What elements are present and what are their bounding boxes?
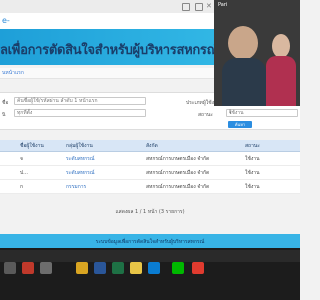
group-cell: ระดับสหกรณ์ <box>66 170 95 176</box>
start-icon[interactable] <box>4 262 16 274</box>
chrome-icon[interactable] <box>130 262 142 274</box>
org-select-value: ทุกที่ตั้ง <box>17 110 33 116</box>
table-row[interactable]: ป... ระดับสหกรณ์ สหกรณ์การเกษตรเมือง จำก… <box>0 166 300 180</box>
user-cell: ป... <box>20 170 28 176</box>
breadcrumb-home-link[interactable]: นหน้าแรก <box>2 69 24 77</box>
status-label: สถานะ <box>198 112 213 118</box>
maximize-icon[interactable] <box>195 3 203 11</box>
chevron-down-icon: ▾ <box>229 110 232 116</box>
outlook-icon[interactable] <box>148 262 160 274</box>
group-cell: กรรมการ <box>66 184 87 190</box>
file-explorer-icon[interactable] <box>76 262 88 274</box>
close-icon[interactable]: ✕ <box>206 2 212 10</box>
table-row[interactable]: จ ระดับสหกรณ์ สหกรณ์การเกษตรเมือง จำกัด … <box>0 152 300 166</box>
column-header-status: สถานะ <box>245 143 260 149</box>
user-cell: ก <box>20 184 24 190</box>
status-cell: ใช้งาน <box>245 156 260 162</box>
search-icon[interactable] <box>22 262 34 274</box>
name-label: ชื่อ <box>2 100 9 106</box>
page-title: ลเพื่อการตัดสินใจสำหรับผู้บริหารสหกรณ์ <box>0 43 219 58</box>
status-cell: ใช้งาน <box>245 170 260 176</box>
participant-name: Pari <box>218 2 228 8</box>
participant-avatar <box>272 34 290 58</box>
minimize-icon[interactable] <box>182 3 190 11</box>
participant-avatar <box>228 26 258 60</box>
name-input[interactable]: ค้นชื่อผู้ใช้/รหัสผ่าน ลำดับ 1 หน้าแรก <box>14 97 146 105</box>
video-call-window[interactable] <box>214 0 300 106</box>
status-select[interactable]: ใช้งาน ▾ <box>226 109 298 117</box>
footer-text: ระบบข้อมูลเพื่อการตัดสินใจสำหรับผู้บริหา… <box>95 239 205 245</box>
table-header: ชื่อผู้ใช้งาน กลุ่มผู้ใช้งาน สังกัด สถาน… <box>0 140 300 152</box>
search-button-label: ค้นหา <box>234 122 246 127</box>
task-view-icon[interactable] <box>40 262 52 274</box>
status-cell: ใช้งาน <box>245 184 260 190</box>
column-header-user: ชื่อผู้ใช้งาน <box>20 143 44 149</box>
table-row[interactable]: ก กรรมการ สหกรณ์การเกษตรเมือง จำกัด ใช้ง… <box>0 180 300 194</box>
footer-bar: ระบบข้อมูลเพื่อการตัดสินใจสำหรับผู้บริหา… <box>0 234 300 248</box>
word-icon[interactable] <box>94 262 106 274</box>
org-select[interactable]: ทุกที่ตั้ง <box>14 109 146 117</box>
participant-body <box>222 58 266 106</box>
pdf-icon[interactable] <box>192 262 204 274</box>
participant-body <box>266 56 296 106</box>
org-cell: สหกรณ์การเกษตรเมือง จำกัด <box>146 184 210 190</box>
user-cell: จ <box>20 156 23 162</box>
column-header-group: กลุ่มผู้ใช้งาน <box>66 143 93 149</box>
app-title: e- <box>2 16 10 25</box>
name-input-placeholder: ค้นชื่อผู้ใช้/รหัสผ่าน ลำดับ 1 หน้าแรก <box>17 98 98 104</box>
tray-strip <box>0 250 300 262</box>
org-cell: สหกรณ์การเกษตรเมือง จำกัด <box>146 156 210 162</box>
column-header-org: สังกัด <box>146 143 158 149</box>
org-cell: สหกรณ์การเกษตรเมือง จำกัด <box>146 170 210 176</box>
pagination-info: แสดงผล 1 / 1 หน้า (3 รายการ) <box>115 209 185 215</box>
line-icon[interactable] <box>172 262 184 274</box>
search-button[interactable]: ค้นหา <box>228 121 252 128</box>
group-cell: ระดับสหกรณ์ <box>66 156 95 162</box>
org-label: นิ <box>2 112 6 118</box>
excel-icon[interactable] <box>112 262 124 274</box>
